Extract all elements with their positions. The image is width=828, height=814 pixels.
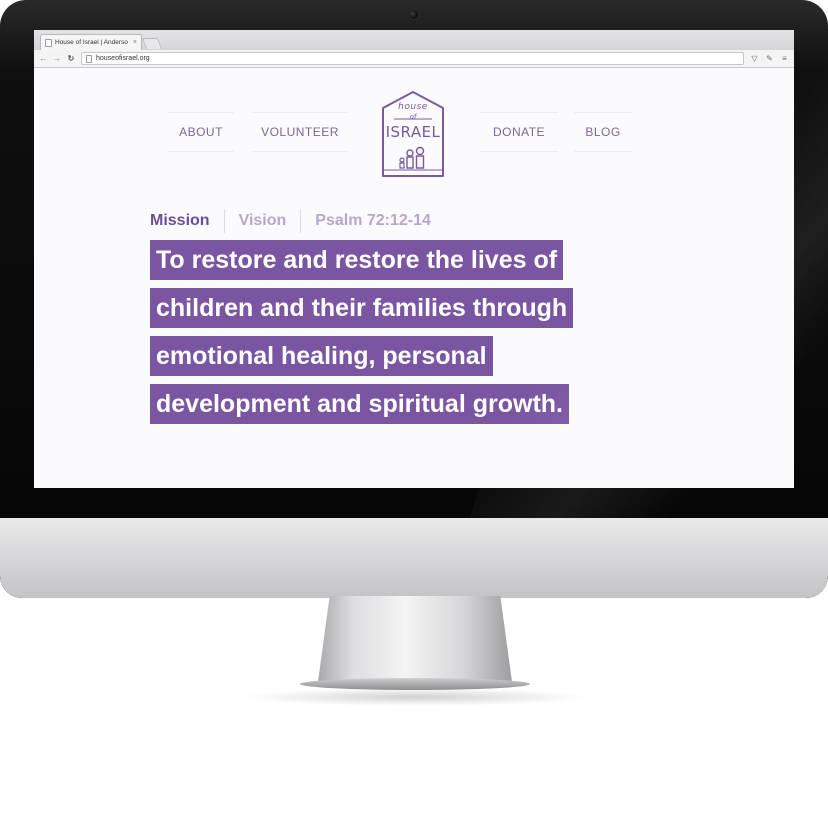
stand-neck xyxy=(318,596,512,682)
tab-vision[interactable]: Vision xyxy=(223,209,301,233)
mission-statement: To restore and restore the lives of chil… xyxy=(150,240,620,432)
statement-line: children and their families through xyxy=(150,288,574,328)
extension-icon[interactable]: ✎ xyxy=(765,54,774,63)
nav-link-volunteer[interactable]: VOLUNTEER xyxy=(252,112,348,152)
tab-psalm[interactable]: Psalm 72:12-14 xyxy=(300,209,445,233)
nav-link-about[interactable]: ABOUT xyxy=(168,112,234,152)
logo-text-house: house xyxy=(398,102,428,112)
close-tab-icon[interactable]: × xyxy=(133,39,137,46)
browser-toolbar: ← → ↻ houseofisrael.org ▽ ✎ ≡ xyxy=(34,50,794,68)
house-of-israel-logo[interactable]: house of ISRAEL xyxy=(380,90,446,180)
statement-line: development and spiritual growth. xyxy=(150,384,569,424)
statement-line: emotional healing, personal xyxy=(150,336,493,376)
back-arrow-icon[interactable]: ← xyxy=(39,54,47,63)
stand-shadow xyxy=(240,688,590,706)
monitor-stand xyxy=(240,596,590,706)
logo-text-israel: ISRAEL xyxy=(385,123,441,141)
browser-tab-title: House of Israel | Anderso xyxy=(55,39,128,46)
webcam-icon xyxy=(408,9,419,20)
browser-tab[interactable]: House of Israel | Anderso × xyxy=(40,34,142,50)
site-page: ABOUT VOLUNTEER house of ISRAEL DONATE B… xyxy=(34,68,794,488)
statement-line: To restore and restore the lives of xyxy=(150,240,564,280)
content-tabs: Mission Vision Psalm 72:12-14 xyxy=(148,208,445,234)
reload-icon[interactable]: ↻ xyxy=(67,54,75,63)
menu-icon[interactable]: ≡ xyxy=(780,54,789,63)
pocket-icon[interactable]: ▽ xyxy=(750,54,759,63)
stand-base xyxy=(300,678,530,690)
tab-mission[interactable]: Mission xyxy=(148,209,224,233)
monitor-bezel: House of Israel | Anderso × ← → ↻ houseo… xyxy=(0,0,828,598)
page-icon xyxy=(86,54,92,63)
new-tab-button[interactable] xyxy=(141,38,163,49)
page-icon xyxy=(45,38,52,47)
logo-text-of: of xyxy=(409,113,417,121)
monitor-chin xyxy=(0,518,828,598)
browser-window: House of Israel | Anderso × ← → ↻ houseo… xyxy=(34,30,794,488)
address-bar-url: houseofisrael.org xyxy=(96,55,150,62)
browser-tab-bar: House of Israel | Anderso × xyxy=(34,30,794,50)
nav-link-donate[interactable]: DONATE xyxy=(480,112,558,152)
forward-arrow-icon[interactable]: → xyxy=(53,54,61,63)
nav-link-blog[interactable]: BLOG xyxy=(574,112,632,152)
address-bar[interactable]: houseofisrael.org xyxy=(81,52,744,65)
